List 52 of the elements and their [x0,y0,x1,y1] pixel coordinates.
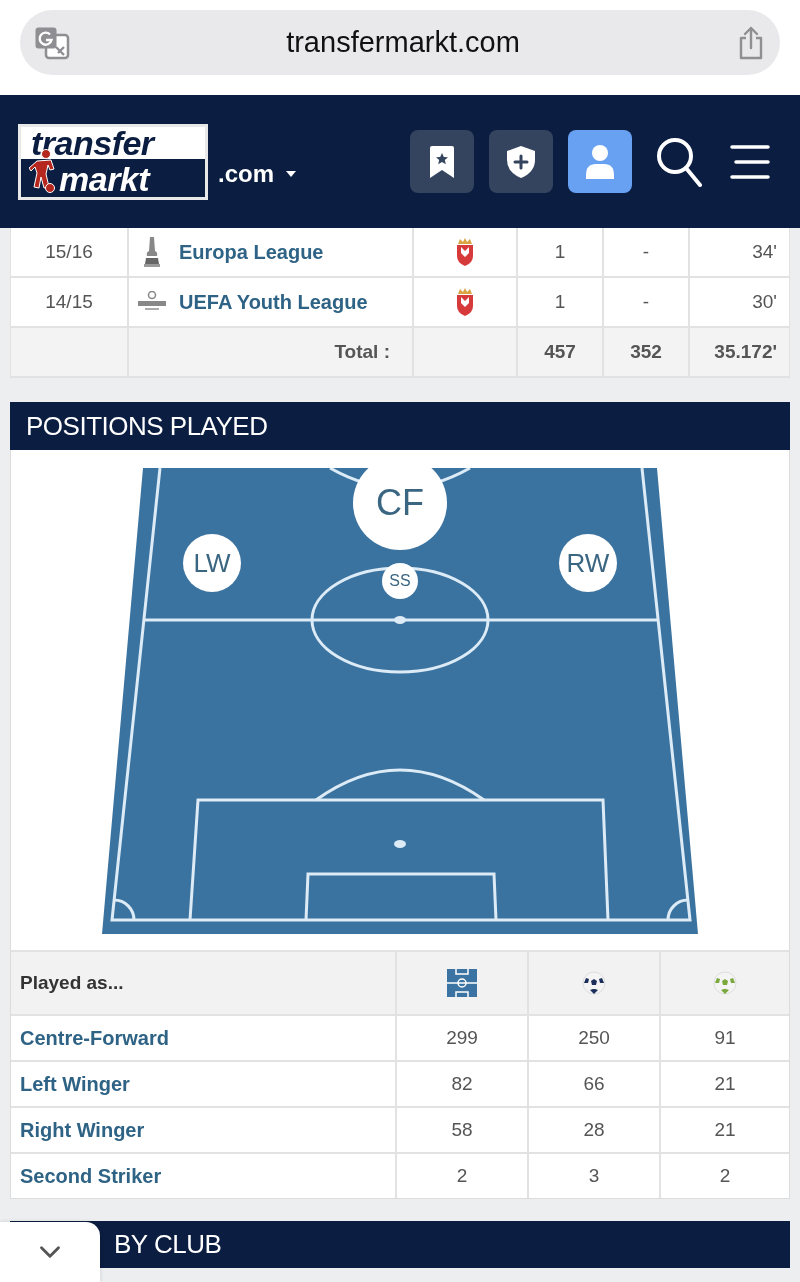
total-cell: 457 [518,328,602,376]
table-cell: - [604,278,688,326]
total-cell: 352 [604,328,688,376]
season-cell: 14/15 [11,278,127,326]
translate-icon[interactable] [34,25,70,60]
domain-selector[interactable]: .com [218,155,296,192]
table-cell: 34' [690,228,789,276]
logo-text: markt [59,162,150,196]
table-cell: 3 [529,1154,659,1198]
trophy-icon [142,237,162,267]
league-logo-icon [137,291,167,313]
season-cell: 15/16 [11,228,127,276]
caret-icon [286,170,296,177]
club-crest-icon [456,238,474,266]
address-bar[interactable]: transfermarkt.com [20,10,780,75]
section-title: BY CLUB [114,1228,222,1261]
table-cell: 28 [529,1108,659,1152]
table-cell: 2 [397,1154,527,1198]
toolbar-button[interactable] [410,130,474,193]
bookmark-star-icon [429,145,455,178]
table-cell: 1 [518,278,602,326]
toolbar-button[interactable] [489,130,553,193]
table-cell: 30' [690,278,789,326]
table-cell: 250 [529,1016,659,1060]
table-cell: 21 [661,1062,789,1106]
table-cell: 91 [661,1016,789,1060]
user-icon [586,144,614,179]
menu-icon [730,143,770,180]
pitch-icon [447,969,477,997]
football-icon [582,971,606,995]
table-cell: 2 [661,1154,789,1198]
total-cell: 35.172' [690,328,789,376]
club-crest-icon [456,288,474,316]
table-cell: 58 [397,1108,527,1152]
total-label: Total : [129,328,412,376]
menu-button[interactable] [730,143,770,180]
position-link[interactable]: Left Winger [20,1069,130,1099]
table-cell: 299 [397,1016,527,1060]
column-header: Played as... [11,952,395,1014]
logo-text: transfer [31,125,154,160]
shield-plus-icon [507,145,535,178]
logo[interactable]: transfer markt [18,123,208,200]
search-button[interactable] [656,136,702,187]
table-cell: 82 [397,1062,527,1106]
table-cell: 21 [661,1108,789,1152]
search-icon [656,136,702,187]
table-cell: 1 [518,228,602,276]
table-cell: 66 [529,1062,659,1106]
football-icon [713,971,737,995]
table-cell: - [604,228,688,276]
url-text: transfermarkt.com [285,24,521,60]
section-title: POSITIONS PLAYED [26,409,268,443]
